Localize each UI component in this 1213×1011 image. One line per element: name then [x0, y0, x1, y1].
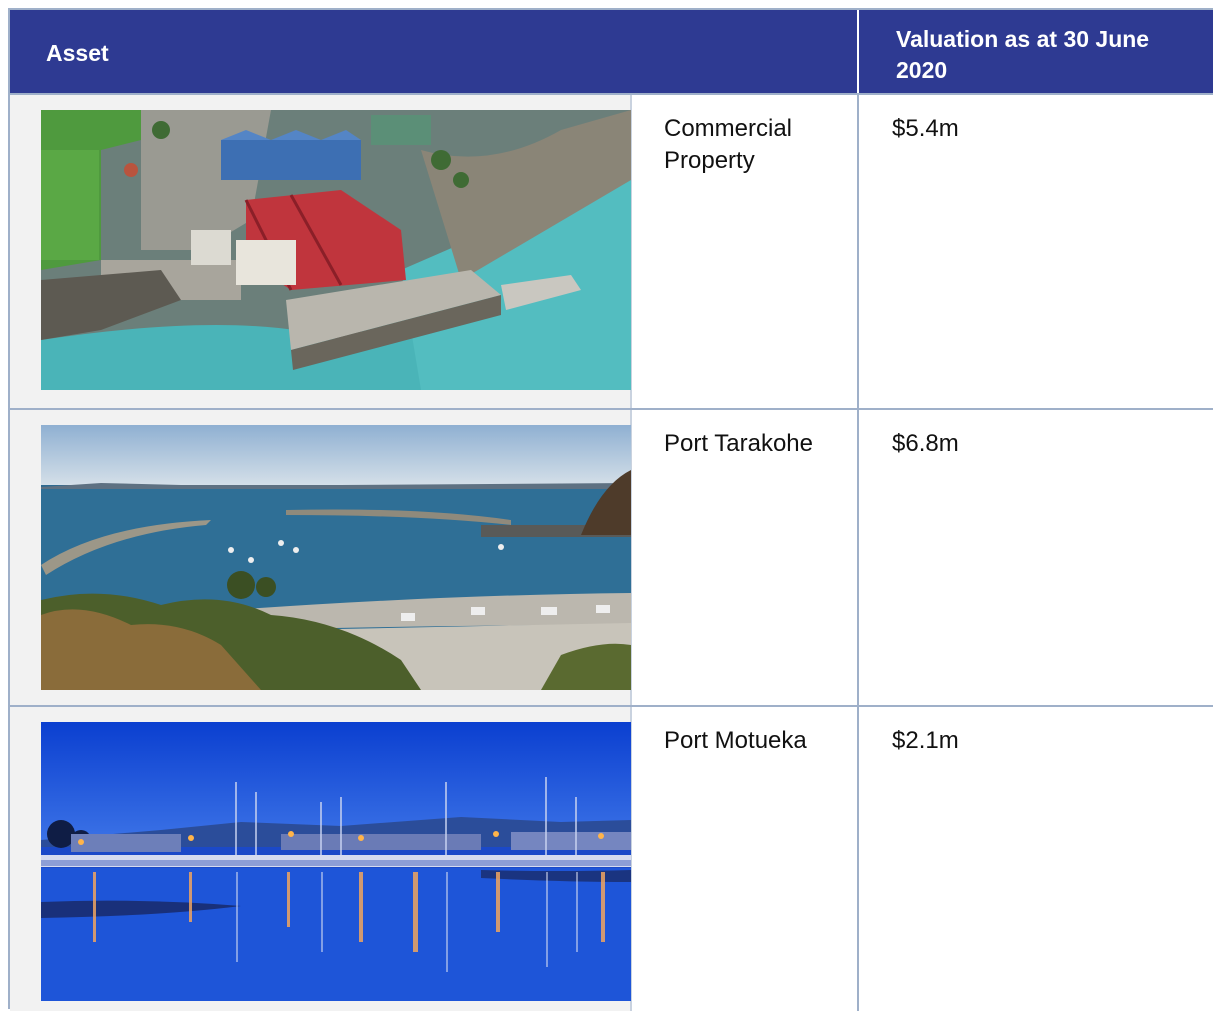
header-asset: Asset [46, 40, 109, 66]
asset-value: $6.8m [892, 430, 959, 457]
table-row: Port Motueka $2.1m [10, 705, 1213, 1011]
asset-name: Port Tarakohe [664, 430, 813, 457]
asset-name: Port Motueka [664, 727, 807, 754]
column-divider [857, 707, 859, 1011]
header-valuation: Valuation as at 30 June 2020 [896, 26, 1150, 83]
port-tarakohe-photo [41, 425, 631, 690]
asset-value: $2.1m [892, 727, 959, 754]
port-motueka-photo [41, 722, 631, 1001]
asset-name: Commercial Property [664, 115, 793, 174]
asset-value: $5.4m [892, 115, 959, 142]
column-divider [857, 410, 859, 705]
header-divider [857, 10, 859, 93]
commercial-property-photo [41, 110, 631, 390]
table-row: Commercial Property $5.4m [10, 93, 1213, 408]
column-divider [857, 95, 859, 408]
table-row: Port Tarakohe $6.8m [10, 408, 1213, 705]
asset-valuation-table: Asset Valuation as at 30 June 2020 Comme… [8, 8, 1213, 1011]
table-header: Asset Valuation as at 30 June 2020 [10, 10, 1213, 93]
